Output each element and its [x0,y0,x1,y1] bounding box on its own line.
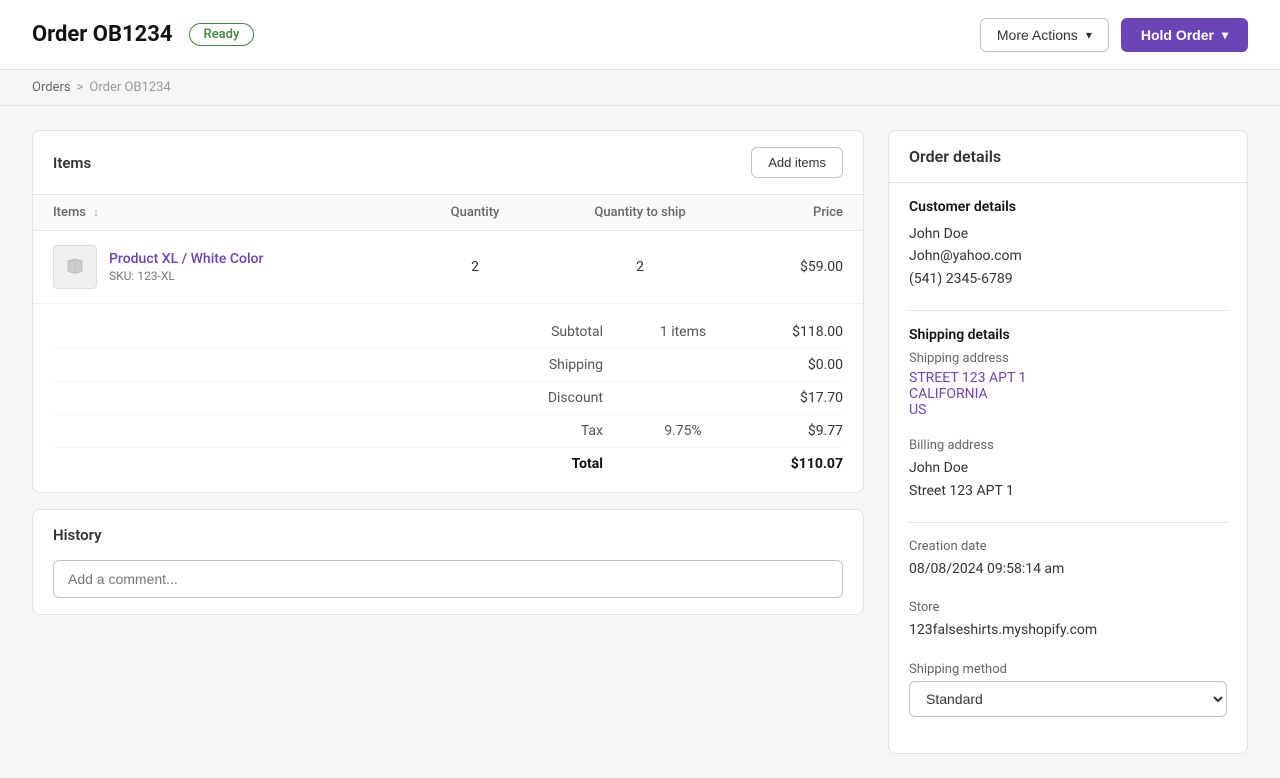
total-row: Total $110.07 [53,448,843,480]
shipping-value: $0.00 [743,357,843,373]
totals-section: Subtotal 1 items $118.00 Shipping $0.00 … [33,304,863,492]
hold-order-label: Hold Order [1141,27,1214,43]
order-details-card: Order details Customer details John Doe … [888,130,1248,754]
order-details-title: Order details [909,147,1227,166]
more-actions-label: More Actions [997,27,1078,43]
order-details-body: Customer details John Doe John@yahoo.com… [889,183,1247,753]
items-card-header: Items Add items [33,131,863,195]
product-thumbnail [53,245,97,289]
shipping-state[interactable]: CALIFORNIA [909,386,1227,402]
billing-address-section: Billing address John Doe Street 123 APT … [909,438,1227,502]
order-details-header: Order details [889,131,1247,183]
creation-date-value: 08/08/2024 09:58:14 am [909,558,1227,580]
billing-address-label: Billing address [909,438,1227,453]
chevron-down-icon: ▾ [1222,28,1228,42]
shipping-method-select[interactable]: Standard [909,681,1227,717]
shipping-details-title: Shipping details [909,327,1227,343]
tax-label: Tax [443,423,623,439]
col-qty-ship-header: Quantity to ship [542,195,739,231]
shipping-middle [623,357,743,373]
subtotal-row: Subtotal 1 items $118.00 [53,316,843,349]
divider [909,310,1227,311]
price-cell: $59.00 [738,231,863,304]
creation-date-section: Creation date 08/08/2024 09:58:14 am [909,539,1227,580]
shipping-street[interactable]: STREET 123 APT 1 [909,370,1227,386]
shipping-country[interactable]: US [909,402,1227,418]
total-middle [623,456,743,472]
tax-value: $9.77 [743,423,843,439]
tax-row: Tax 9.75% $9.77 [53,415,843,448]
breadcrumb: Orders > Order OB1234 [0,70,1280,106]
history-content [33,560,863,614]
store-value: 123falseshirts.myshopify.com [909,619,1227,641]
items-table: Items ↓ Quantity Quantity to ship Price [33,195,863,304]
main-layout: Items Add items Items ↓ Quantity Quantit… [0,106,1280,778]
comment-input[interactable] [53,560,843,598]
order-title: Order OB1234 [32,22,173,47]
history-card-header: History [33,510,863,560]
customer-phone: (541) 2345-6789 [909,268,1227,290]
tax-rate: 9.75% [623,423,743,439]
subtotal-label: Subtotal [443,324,623,340]
breadcrumb-current: Order OB1234 [89,80,170,95]
product-name[interactable]: Product XL / White Color [109,251,263,267]
quantity-cell: 2 [408,231,541,304]
breadcrumb-orders-link[interactable]: Orders [32,80,71,95]
top-bar: Order OB1234 Ready More Actions ▾ Hold O… [0,0,1280,70]
store-label: Store [909,600,1227,615]
shipping-method-label: Shipping method [909,662,1227,677]
status-badge: Ready [189,23,255,46]
col-items-header: Items ↓ [33,195,408,231]
shipping-label: Shipping [443,357,623,373]
shipping-row: Shipping $0.00 [53,349,843,382]
subtotal-value: $118.00 [743,324,843,340]
subtotal-qty: 1 items [623,324,743,340]
items-title: Items [53,154,91,172]
add-items-button[interactable]: Add items [751,147,843,178]
discount-label: Discount [443,390,623,406]
right-panel: Order details Customer details John Doe … [888,130,1248,754]
shipping-address-label: Shipping address [909,351,1227,366]
breadcrumb-separator: > [77,80,84,95]
qty-to-ship-cell: 2 [542,231,739,304]
shipping-details-section: Shipping details Shipping address STREET… [909,327,1227,418]
creation-date-label: Creation date [909,539,1227,554]
total-label: Total [443,456,623,472]
discount-value: $17.70 [743,390,843,406]
history-card: History [32,509,864,615]
top-left: Order OB1234 Ready [32,22,254,47]
table-row: Product XL / White Color SKU: 123-XL 2 2… [33,231,863,304]
customer-details-section: Customer details John Doe John@yahoo.com… [909,199,1227,290]
store-section: Store 123falseshirts.myshopify.com [909,600,1227,641]
discount-row: Discount $17.70 [53,382,843,415]
hold-order-button[interactable]: Hold Order ▾ [1121,18,1248,52]
left-panel: Items Add items Items ↓ Quantity Quantit… [32,130,864,754]
total-value: $110.07 [743,456,843,472]
sort-icon: ↓ [93,206,99,219]
items-card: Items Add items Items ↓ Quantity Quantit… [32,130,864,493]
more-actions-button[interactable]: More Actions ▾ [980,18,1109,52]
chevron-down-icon: ▾ [1086,28,1092,42]
history-title: History [53,526,102,544]
product-cell: Product XL / White Color SKU: 123-XL [33,231,408,304]
top-actions: More Actions ▾ Hold Order ▾ [980,18,1248,52]
divider-2 [909,522,1227,523]
customer-name: John Doe [909,223,1227,245]
col-quantity-header: Quantity [408,195,541,231]
discount-middle [623,390,743,406]
billing-name: John Doe [909,457,1227,479]
shipping-method-section: Shipping method Standard [909,662,1227,717]
billing-address: Street 123 APT 1 [909,480,1227,502]
col-price-header: Price [738,195,863,231]
product-sku: SKU: 123-XL [109,269,263,283]
customer-details-title: Customer details [909,199,1227,215]
customer-email: John@yahoo.com [909,245,1227,267]
